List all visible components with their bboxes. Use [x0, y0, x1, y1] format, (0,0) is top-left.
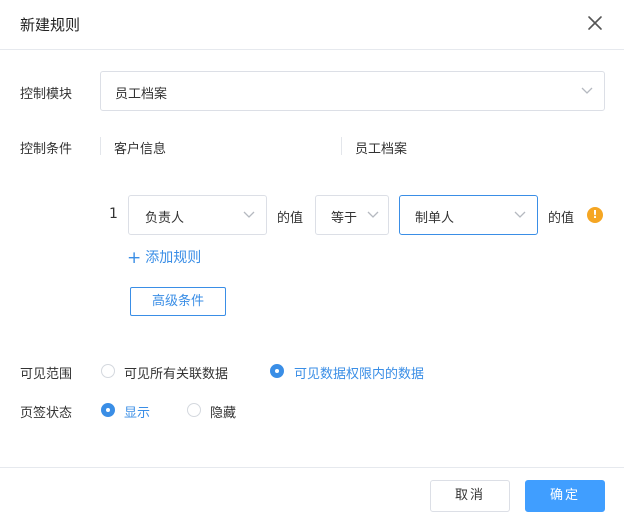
- visibility-permission-label[interactable]: 可见数据权限内的数据: [294, 363, 424, 382]
- chevron-down-icon: [367, 211, 379, 218]
- add-rule-link[interactable]: + 添加规则: [127, 247, 202, 268]
- operator-select[interactable]: 等于: [315, 195, 389, 235]
- chevron-down-icon: [581, 87, 593, 94]
- condition-left-column: 客户信息: [114, 142, 167, 157]
- right-field-value: 制单人: [415, 211, 455, 226]
- of-value-text: 的值: [548, 211, 575, 226]
- control-module-label: 控制模块: [20, 87, 73, 102]
- warning-icon[interactable]: !: [587, 207, 603, 223]
- plus-icon: +: [127, 248, 142, 268]
- tab-hide-radio[interactable]: [187, 403, 201, 417]
- control-condition-label: 控制条件: [20, 142, 73, 157]
- left-field-value: 负责人: [145, 211, 185, 226]
- visibility-permission-radio[interactable]: [270, 364, 284, 378]
- add-rule-label: 添加规则: [145, 250, 202, 266]
- of-value-text: 的值: [277, 211, 304, 226]
- tab-show-label[interactable]: 显示: [124, 402, 150, 421]
- chevron-down-icon: [514, 211, 526, 218]
- visibility-label: 可见范围: [20, 367, 73, 382]
- operator-value: 等于: [331, 211, 358, 226]
- control-module-value: 员工档案: [115, 87, 168, 102]
- visibility-all-radio[interactable]: [101, 364, 115, 378]
- advanced-condition-button[interactable]: 高级条件: [130, 287, 226, 316]
- tab-status-label: 页签状态: [20, 406, 73, 421]
- cancel-button[interactable]: 取消: [430, 480, 510, 512]
- condition-right-column: 员工档案: [355, 142, 408, 157]
- new-rule-dialog: 新建规则 控制模块 员工档案 控制条件 客户信息 员工档案 1 负责人 的值 等…: [0, 0, 624, 521]
- dialog-header: 新建规则: [0, 0, 624, 50]
- tab-hide-label[interactable]: 隐藏: [210, 402, 236, 421]
- chevron-down-icon: [243, 211, 255, 218]
- visibility-all-label[interactable]: 可见所有关联数据: [124, 363, 228, 382]
- left-field-select[interactable]: 负责人: [128, 195, 267, 235]
- dialog-title: 新建规则: [20, 16, 81, 34]
- column-divider: [341, 137, 342, 155]
- rule-index: 1: [109, 206, 118, 222]
- right-field-select[interactable]: 制单人: [399, 195, 538, 235]
- control-module-select[interactable]: 员工档案: [100, 71, 605, 111]
- tab-show-radio[interactable]: [101, 403, 115, 417]
- close-icon[interactable]: [584, 12, 606, 34]
- column-divider: [100, 137, 101, 155]
- ok-button[interactable]: 确定: [525, 480, 605, 512]
